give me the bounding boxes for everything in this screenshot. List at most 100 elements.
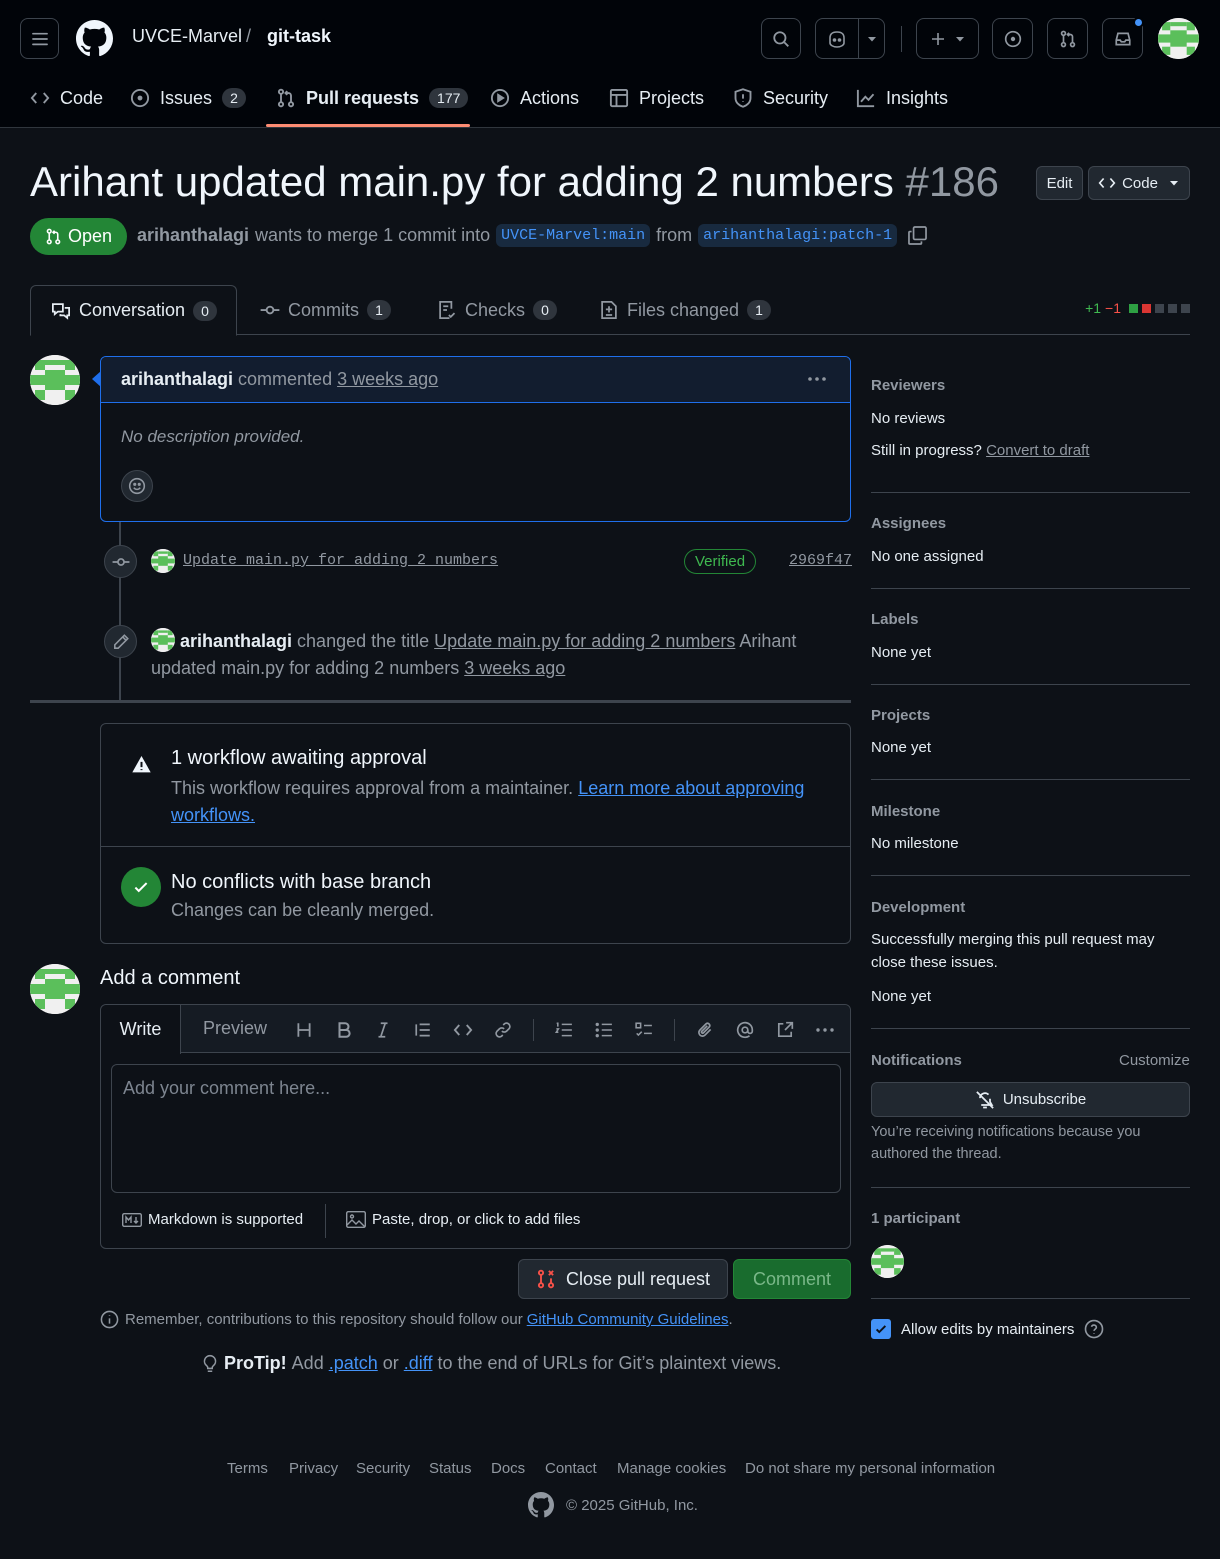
rename-author-link[interactable]: arihanthalagi [180, 631, 292, 651]
verified-badge[interactable]: Verified [684, 549, 757, 574]
commit-sha-link[interactable]: 2969f47 [789, 552, 852, 569]
from-text: from [656, 225, 693, 245]
reviewers-heading[interactable]: Reviewers [871, 377, 945, 394]
comment-timestamp-link[interactable]: 3 weeks ago [337, 369, 438, 390]
question-icon[interactable] [1084, 1319, 1104, 1339]
sidebar-divider [871, 492, 1190, 493]
footer-do-not-share[interactable]: Do not share my personal information [745, 1460, 995, 1477]
tab-conversation[interactable]: Conversation 0 [30, 285, 237, 336]
heading-icon[interactable] [292, 1018, 316, 1042]
issues-button[interactable] [992, 18, 1033, 59]
kebab-horizontal-icon[interactable] [806, 371, 828, 387]
breadcrumb-owner[interactable]: UVCE-Marvel [132, 26, 242, 47]
close-pr-button[interactable]: Close pull request [518, 1259, 728, 1299]
breadcrumb-repo[interactable]: git-task [267, 26, 331, 47]
menu-button[interactable] [20, 18, 59, 59]
inbox-icon [1114, 32, 1131, 45]
pr-author-link[interactable]: arihanthalagi [137, 225, 249, 246]
tab-projects[interactable]: Projects [609, 84, 704, 112]
tab-counter: 0 [193, 300, 218, 321]
copy-icon[interactable] [907, 225, 928, 246]
commit-message-link[interactable]: Update main.py for adding 2 numbers [183, 552, 498, 569]
italic-icon[interactable] [371, 1018, 395, 1042]
patch-link[interactable]: .patch [329, 1353, 378, 1374]
allow-edits-checkbox[interactable] [871, 1319, 891, 1339]
search-button[interactable] [761, 18, 801, 59]
code-icon[interactable] [451, 1018, 475, 1042]
tab-actions[interactable]: Actions [490, 84, 579, 112]
check-icon [875, 1325, 887, 1334]
tab-insights[interactable]: Insights [856, 84, 948, 112]
preview-tab[interactable]: Preview [203, 1018, 267, 1039]
edit-title-button[interactable]: Edit [1036, 166, 1083, 200]
pull-requests-button[interactable] [1047, 18, 1088, 59]
paperclip-icon[interactable] [693, 1018, 717, 1042]
mention-icon[interactable] [733, 1018, 757, 1042]
tab-files-changed[interactable]: Files changed 1 [599, 285, 772, 335]
development-heading[interactable]: Development [871, 899, 965, 916]
tab-issues[interactable]: Issues 2 [130, 84, 247, 112]
footer-status[interactable]: Status [429, 1460, 472, 1477]
quote-icon[interactable] [411, 1018, 435, 1042]
tab-label: Commits [288, 299, 359, 320]
commit-author-avatar[interactable] [151, 549, 175, 573]
labels-heading[interactable]: Labels [871, 611, 919, 628]
sidebar-divider [871, 779, 1190, 780]
tab-commits[interactable]: Commits 1 [260, 285, 391, 335]
assignees-heading[interactable]: Assignees [871, 515, 946, 532]
write-tab[interactable]: Write [101, 1005, 181, 1054]
code-dropdown-button[interactable]: Code [1088, 166, 1190, 200]
markdown-note[interactable]: Markdown is supported [122, 1211, 303, 1228]
attach-files-button[interactable]: Paste, drop, or click to add files [346, 1211, 580, 1228]
footer-copyright: © 2025 GitHub, Inc. [566, 1497, 698, 1514]
base-branch-link[interactable]: UVCE-Marvel:main [496, 224, 651, 247]
add-reaction-button[interactable] [121, 470, 153, 502]
projects-heading[interactable]: Projects [871, 707, 930, 724]
hamburger-icon [31, 32, 48, 45]
tab-checks[interactable]: Checks 0 [437, 285, 558, 335]
numbered-list-icon[interactable] [552, 1018, 576, 1042]
create-new-button[interactable] [916, 18, 979, 59]
github-footer-logo-icon[interactable] [528, 1492, 554, 1518]
unsubscribe-button[interactable]: Unsubscribe [871, 1082, 1190, 1117]
diff-link[interactable]: .diff [404, 1353, 433, 1374]
current-user-avatar[interactable] [30, 964, 80, 1014]
tab-code[interactable]: Code [30, 84, 103, 112]
head-branch-link[interactable]: arihanthalagi:patch-1 [698, 224, 898, 247]
community-guidelines-link[interactable]: GitHub Community Guidelines [527, 1311, 729, 1328]
comment-textarea[interactable]: Add your comment here... [111, 1064, 841, 1193]
footer-security[interactable]: Security [356, 1460, 410, 1477]
comment-submit-button[interactable]: Comment [733, 1259, 851, 1299]
comment-author-link[interactable]: arihanthalagi [121, 369, 233, 390]
sidebar-divider [871, 1028, 1190, 1029]
kebab-horizontal-icon[interactable] [813, 1018, 837, 1042]
chevron-down-icon [955, 36, 964, 41]
customize-link[interactable]: Customize [1119, 1052, 1190, 1069]
footer-docs[interactable]: Docs [491, 1460, 525, 1477]
participant-avatar[interactable] [871, 1245, 904, 1278]
convert-to-draft-link[interactable]: Convert to draft [986, 442, 1089, 459]
learn-more-link-cont[interactable]: workflows. [171, 805, 255, 825]
github-logo-icon[interactable] [76, 20, 113, 57]
bullet-list-icon[interactable] [592, 1018, 616, 1042]
footer-manage-cookies[interactable]: Manage cookies [617, 1460, 726, 1477]
protip-label: ProTip! [224, 1353, 287, 1373]
user-avatar[interactable] [1158, 18, 1199, 59]
comment-author-avatar[interactable] [30, 355, 80, 405]
cross-reference-icon[interactable] [773, 1018, 797, 1042]
footer-contact[interactable]: Contact [545, 1460, 597, 1477]
link-icon[interactable] [491, 1018, 515, 1042]
footer-terms[interactable]: Terms [227, 1460, 268, 1477]
tab-security[interactable]: Security [733, 84, 828, 112]
tab-pull-requests[interactable]: Pull requests 177 [276, 84, 469, 112]
task-list-icon[interactable] [632, 1018, 656, 1042]
bold-icon[interactable] [332, 1018, 356, 1042]
sidebar-divider [871, 1298, 1190, 1299]
milestone-heading[interactable]: Milestone [871, 803, 940, 820]
copilot-button[interactable] [815, 18, 885, 59]
learn-more-link[interactable]: Learn more about approving [578, 778, 804, 798]
diffstat-block [1181, 303, 1190, 313]
footer-privacy[interactable]: Privacy [289, 1460, 338, 1477]
rename-event-text: arihanthalagi changed the title Update m… [151, 628, 851, 682]
rename-timestamp-link[interactable]: 3 weeks ago [464, 658, 565, 678]
